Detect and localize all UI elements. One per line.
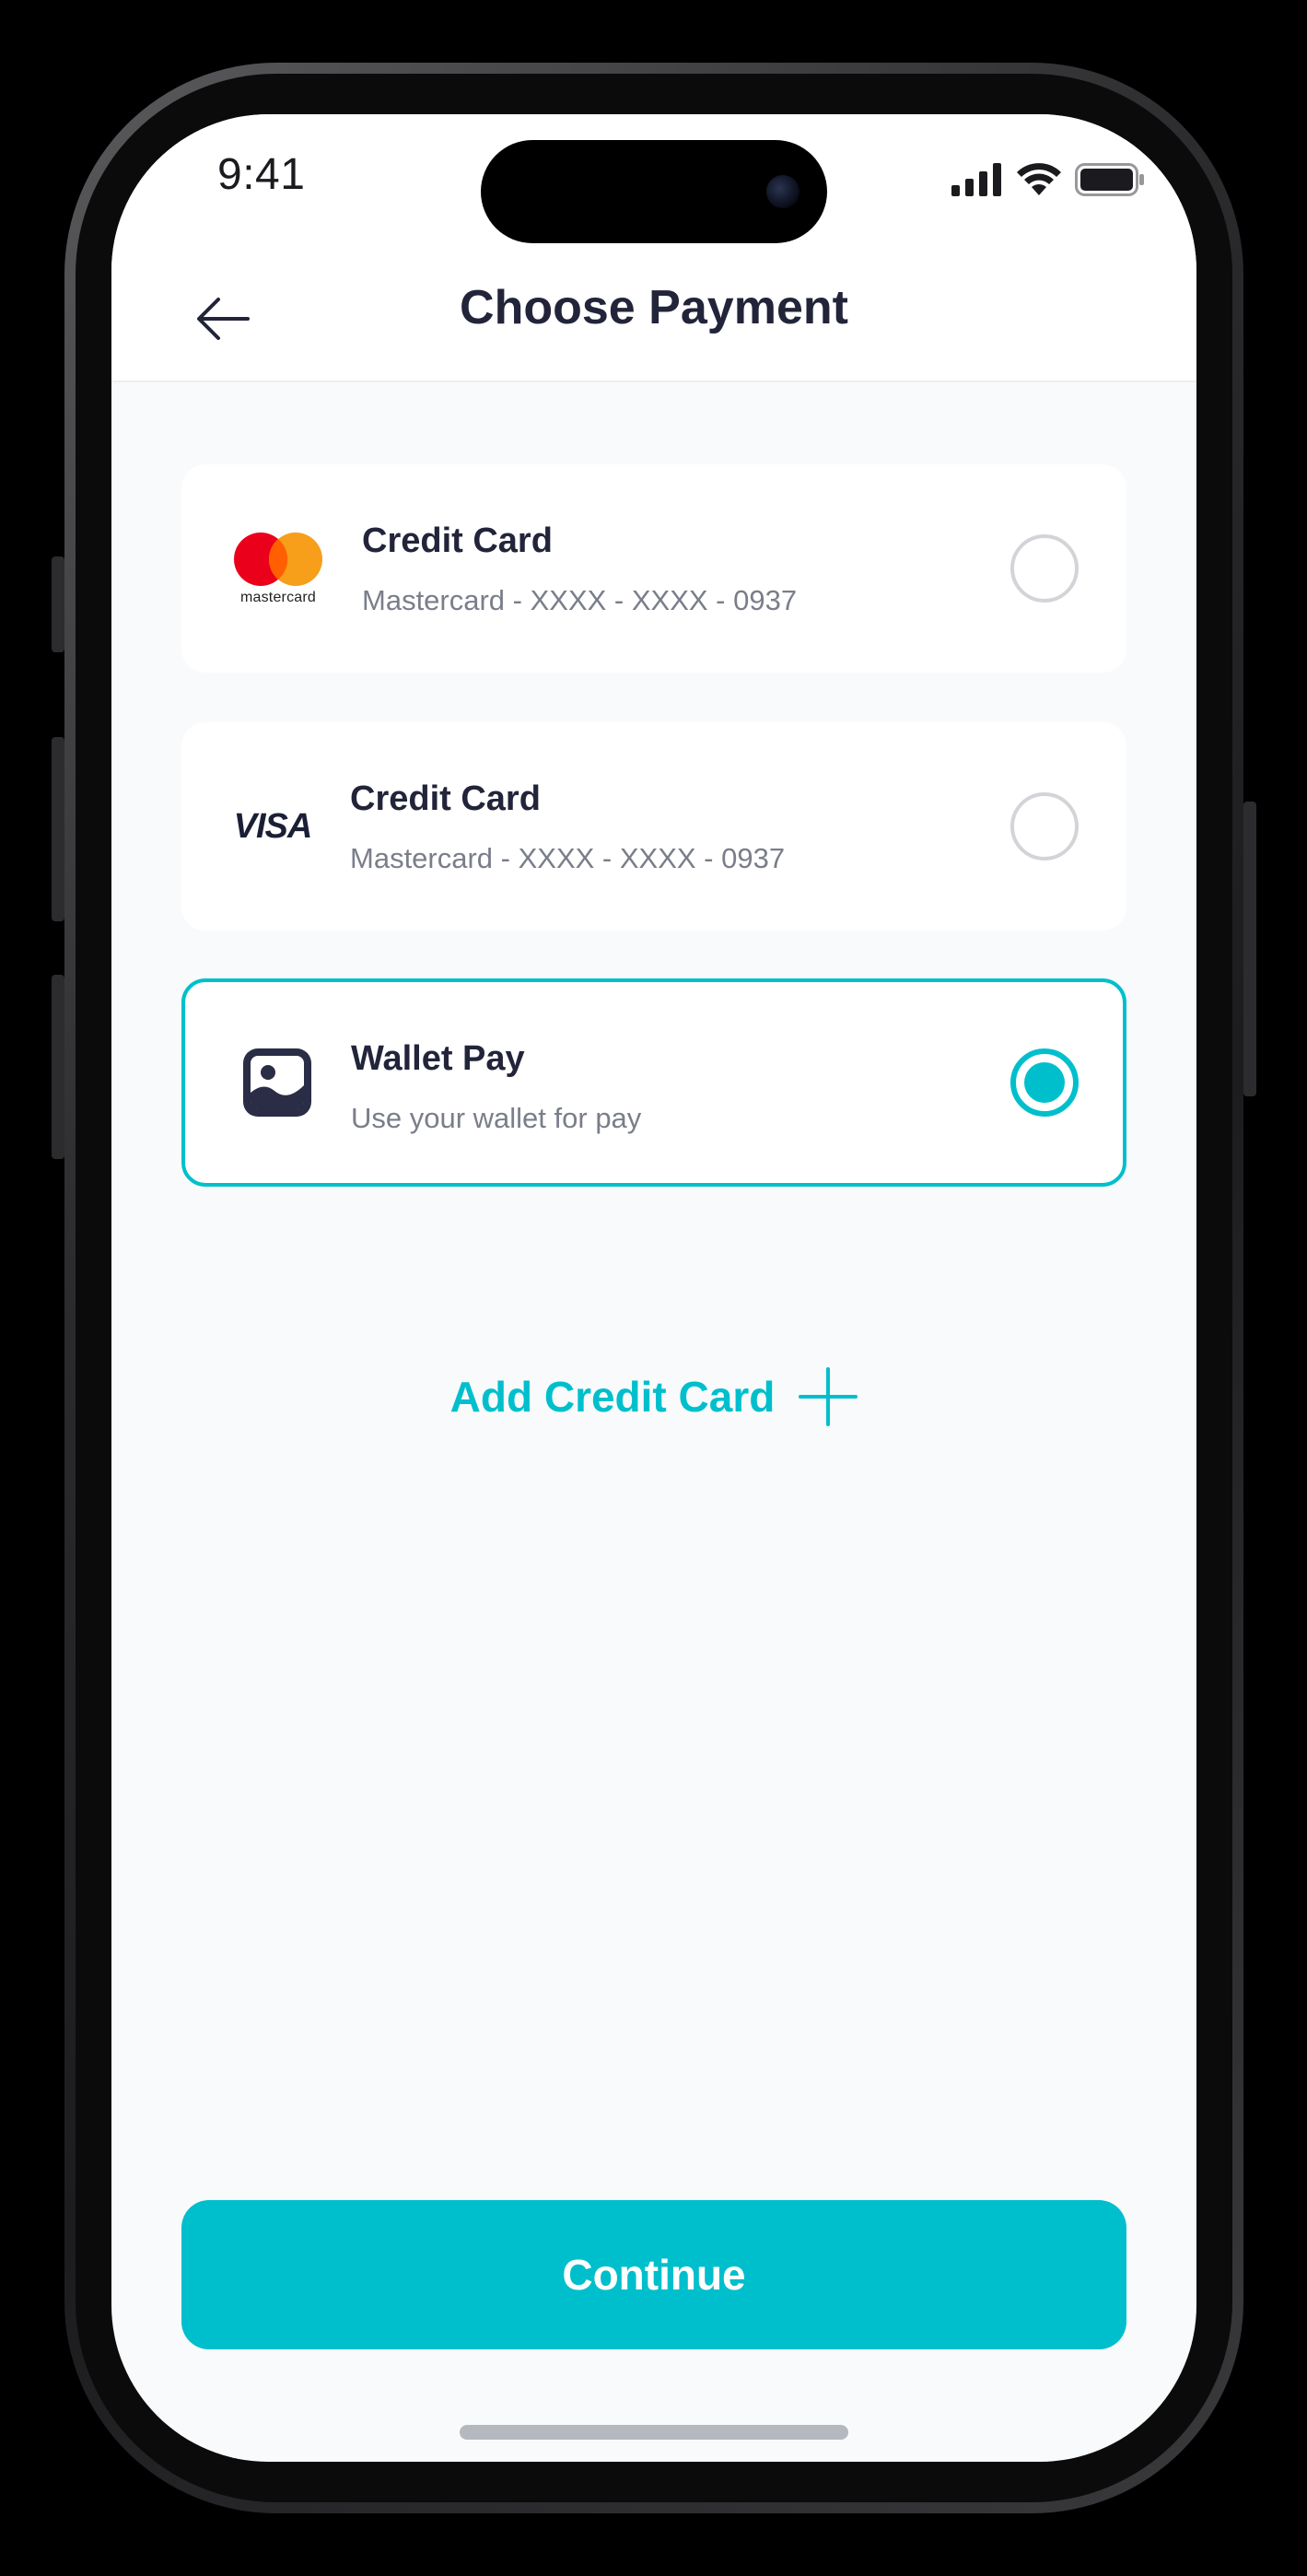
visa-logo: VISA bbox=[231, 722, 314, 931]
radio-button[interactable] bbox=[1010, 792, 1079, 861]
wifi-icon bbox=[1017, 163, 1061, 195]
mastercard-wordmark: mastercard bbox=[239, 590, 317, 605]
page-title: Choose Payment bbox=[460, 281, 848, 334]
home-indicator bbox=[460, 2425, 848, 2440]
payment-option-title: Wallet Pay bbox=[351, 1039, 525, 1078]
power-button bbox=[1243, 802, 1256, 1096]
wallet-logo bbox=[242, 982, 312, 1183]
cellular-signal-icon bbox=[951, 163, 1001, 196]
payment-option-subtitle: Mastercard - XXXX - XXXX - 0937 bbox=[362, 584, 798, 616]
volume-up-button bbox=[52, 737, 64, 921]
volume-down-button bbox=[52, 975, 64, 1159]
payment-option-title: Credit Card bbox=[350, 779, 541, 818]
payment-option-subtitle: Mastercard - XXXX - XXXX - 0937 bbox=[350, 842, 786, 874]
camera-icon bbox=[766, 175, 799, 208]
status-icons bbox=[951, 162, 1145, 197]
payment-option-subtitle: Use your wallet for pay bbox=[351, 1102, 642, 1134]
status-time: 9:41 bbox=[217, 150, 306, 199]
mastercard-circles-icon bbox=[234, 533, 322, 586]
payment-option-wallet-pay[interactable]: Wallet Pay Use your wallet for pay bbox=[181, 978, 1126, 1187]
battery-icon bbox=[1075, 163, 1144, 196]
add-credit-card-link[interactable]: Add Credit Card bbox=[111, 1367, 1196, 1426]
continue-button[interactable]: Continue bbox=[181, 2200, 1126, 2349]
payment-option-title: Credit Card bbox=[362, 521, 553, 560]
plus-icon bbox=[799, 1367, 858, 1426]
visa-wordmark: VISA bbox=[233, 806, 313, 846]
action-button bbox=[52, 556, 64, 652]
payment-option-mastercard[interactable]: mastercard Credit Card Mastercard - XXXX… bbox=[181, 464, 1126, 673]
mastercard-logo: mastercard bbox=[233, 464, 323, 673]
radio-button-selected[interactable] bbox=[1010, 1048, 1079, 1117]
radio-button[interactable] bbox=[1010, 534, 1079, 603]
image-icon bbox=[243, 1048, 311, 1117]
payment-option-visa[interactable]: VISA Credit Card Mastercard - XXXX - XXX… bbox=[181, 722, 1126, 931]
dynamic-island bbox=[481, 140, 827, 243]
app-screen: 9:41 Choose Payment mastercard Credit Ca… bbox=[111, 114, 1196, 2462]
add-credit-card-label: Add Credit Card bbox=[449, 1373, 776, 1421]
top-bar: 9:41 Choose Payment bbox=[111, 114, 1196, 382]
